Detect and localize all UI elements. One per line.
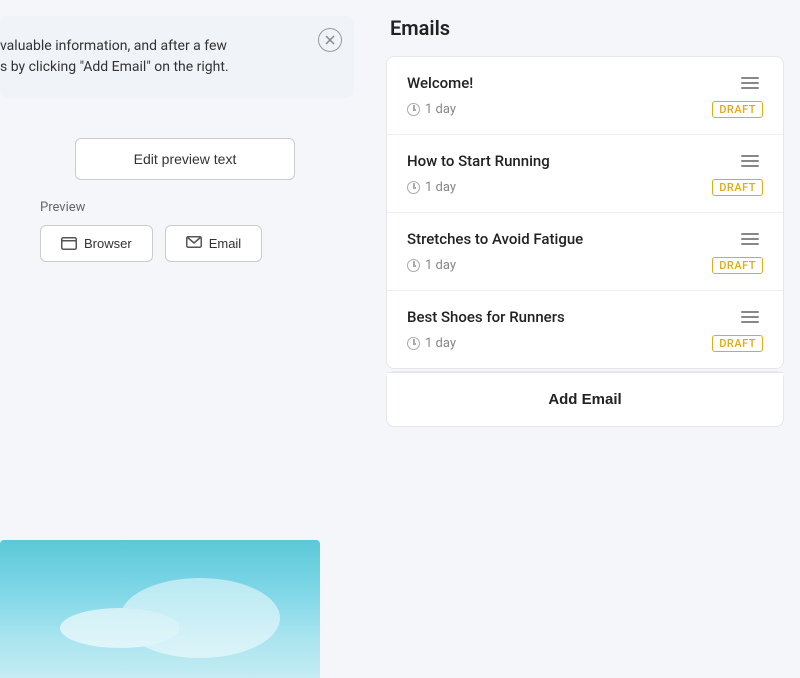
draft-badge: DRAFT	[712, 257, 763, 274]
email-time-label: 1 day	[425, 258, 456, 273]
email-item: Best Shoes for Runners 1 day DRAFT	[387, 291, 783, 368]
browser-preview-button[interactable]: Browser	[40, 225, 153, 262]
email-title: Welcome!	[407, 74, 473, 92]
info-text: valuable information, and after a few s …	[0, 36, 334, 78]
browser-icon	[61, 237, 77, 250]
add-email-container: Add Email	[386, 371, 784, 427]
email-item: Welcome! 1 day DRAFT	[387, 57, 783, 135]
email-item: How to Start Running 1 day DRAFT	[387, 135, 783, 213]
email-time-label: 1 day	[425, 102, 456, 117]
edit-preview-text-button[interactable]: Edit preview text	[75, 138, 295, 180]
clock-icon	[407, 337, 420, 350]
edit-preview-section: Edit preview text Preview Browser	[0, 138, 370, 262]
email-item: Stretches to Avoid Fatigue 1 day DRAFT	[387, 213, 783, 291]
email-preview-button[interactable]: Email	[165, 225, 263, 262]
email-title: How to Start Running	[407, 152, 550, 170]
email-title: Stretches to Avoid Fatigue	[407, 230, 583, 248]
menu-icon[interactable]	[737, 151, 763, 171]
email-title: Best Shoes for Runners	[407, 308, 565, 326]
draft-badge: DRAFT	[712, 101, 763, 118]
preview-buttons: Browser Email	[40, 225, 262, 262]
email-button-label: Email	[209, 236, 242, 251]
email-time-label: 1 day	[425, 180, 456, 195]
left-panel: valuable information, and after a few s …	[0, 0, 370, 678]
emails-list: Welcome! 1 day DRAFT How to Start Runnin…	[386, 56, 784, 369]
sky-image	[0, 540, 320, 678]
email-time: 1 day	[407, 102, 456, 117]
add-email-button[interactable]: Add Email	[387, 372, 783, 426]
right-panel: Emails Welcome! 1 day DRAFT How to Start…	[370, 0, 800, 678]
emails-section-title: Emails	[386, 16, 784, 40]
email-time: 1 day	[407, 336, 456, 351]
info-card: valuable information, and after a few s …	[0, 16, 354, 98]
menu-icon[interactable]	[737, 73, 763, 93]
email-time: 1 day	[407, 180, 456, 195]
email-icon	[186, 236, 202, 251]
draft-badge: DRAFT	[712, 179, 763, 196]
clock-icon	[407, 103, 420, 116]
browser-button-label: Browser	[84, 236, 132, 251]
draft-badge: DRAFT	[712, 335, 763, 352]
close-button[interactable]	[318, 28, 342, 52]
email-time-label: 1 day	[425, 336, 456, 351]
menu-icon[interactable]	[737, 229, 763, 249]
menu-icon[interactable]	[737, 307, 763, 327]
clock-icon	[407, 259, 420, 272]
email-time: 1 day	[407, 258, 456, 273]
preview-label: Preview	[40, 200, 85, 215]
clock-icon	[407, 181, 420, 194]
